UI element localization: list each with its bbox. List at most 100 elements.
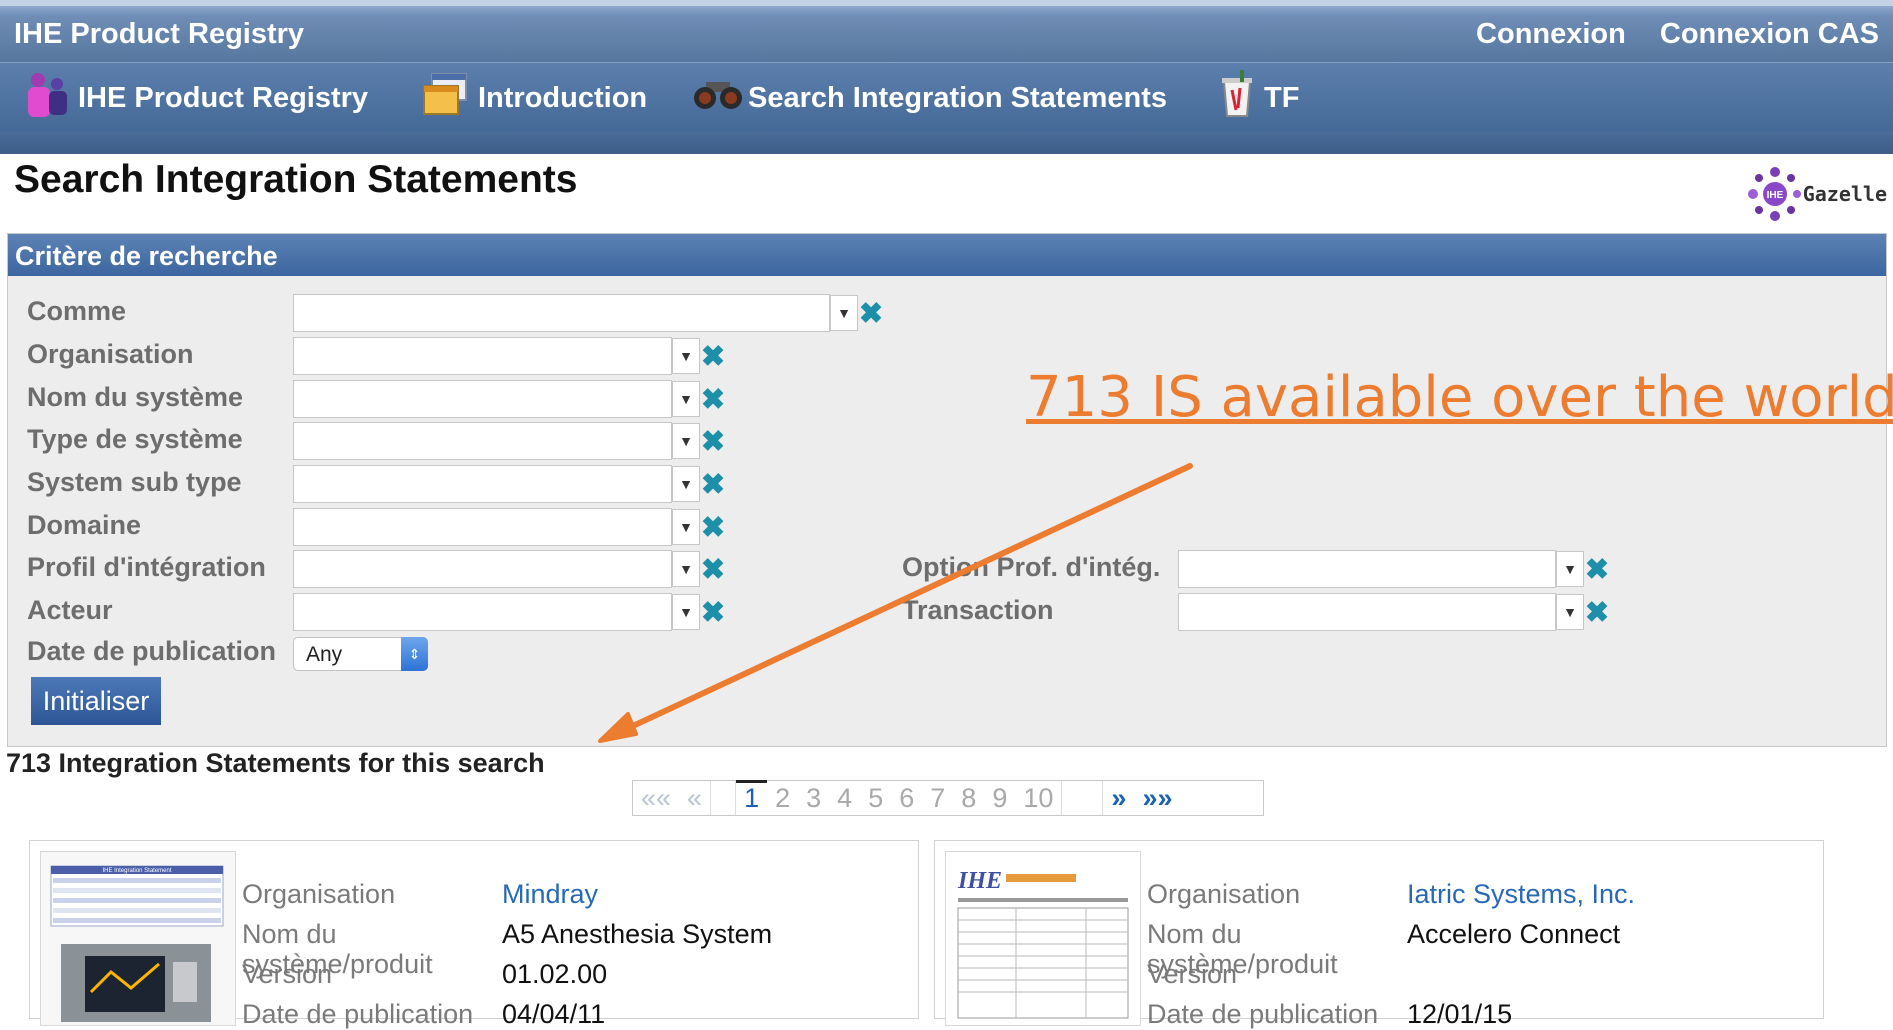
version-label: Version: [1147, 959, 1238, 989]
nom-systeme-label: Nom du système: [27, 382, 244, 412]
option-profil-label: Option Prof. d'intég.: [902, 552, 1161, 582]
organisation-input[interactable]: [293, 337, 672, 375]
nav-label-registry: IHE Product Registry: [78, 81, 369, 114]
comme-input[interactable]: [293, 294, 830, 332]
acteur-clear-icon[interactable]: ✖: [700, 594, 726, 630]
gazelle-logo-text: Gazelle: [1802, 182, 1887, 206]
integration-statement-thumbnail[interactable]: IHE: [945, 851, 1141, 1026]
acteur-input[interactable]: [293, 593, 672, 631]
system-name-value: Accelero Connect: [1407, 919, 1621, 949]
nav-label-search-is: Search Integration Statements: [748, 81, 1167, 114]
date-value: 04/04/11: [502, 999, 606, 1029]
option-profil-dropdown-toggle[interactable]: ▼: [1556, 551, 1584, 587]
nom-systeme-clear-icon[interactable]: ✖: [700, 381, 726, 417]
comme-dropdown-toggle[interactable]: ▼: [830, 295, 858, 331]
pagination: «« « 1 2 3 4 5 6 7 8 9 10 » »»: [632, 779, 1264, 816]
nom-systeme-dropdown-toggle[interactable]: ▼: [672, 381, 700, 417]
organisation-link[interactable]: Mindray: [502, 879, 598, 910]
transaction-input[interactable]: [1178, 593, 1556, 631]
windows-icon: [422, 72, 468, 124]
page-8[interactable]: 8: [953, 783, 984, 814]
pager-spacer: [1061, 781, 1104, 815]
acteur-dropdown-toggle[interactable]: ▼: [672, 594, 700, 630]
page-title: Search Integration Statements: [14, 158, 578, 201]
reset-button[interactable]: Initialiser: [31, 677, 161, 725]
page-7[interactable]: 7: [922, 783, 953, 814]
comme-clear-icon[interactable]: ✖: [858, 295, 884, 331]
page-next[interactable]: »: [1103, 783, 1134, 814]
domaine-clear-icon[interactable]: ✖: [700, 509, 726, 545]
results-count: 713 Integration Statements for this sear…: [6, 748, 545, 778]
gazelle-logo-icon: IHE: [1747, 167, 1801, 221]
date-label: Date de publication: [242, 999, 474, 1029]
sub-type-input[interactable]: [293, 465, 672, 503]
profil-clear-icon[interactable]: ✖: [700, 551, 726, 587]
result-card: IHE Integration Statement Organisation M…: [29, 840, 919, 1029]
page-3[interactable]: 3: [798, 783, 829, 814]
sub-type-label: System sub type: [27, 467, 242, 497]
domaine-input[interactable]: [293, 508, 672, 546]
result-card: IHE Organisation Iatric Systems, Inc. No…: [934, 840, 1824, 1029]
page-1[interactable]: 1: [736, 779, 768, 814]
option-profil-clear-icon[interactable]: ✖: [1584, 551, 1610, 587]
binoculars-icon: [692, 76, 744, 120]
nav-item-search-is[interactable]: Search Integration Statements: [692, 73, 1167, 123]
connexion-cas-link[interactable]: Connexion CAS: [1660, 18, 1879, 51]
page-2[interactable]: 2: [767, 783, 798, 814]
page-9[interactable]: 9: [984, 783, 1015, 814]
profil-input[interactable]: [293, 550, 672, 588]
sub-type-clear-icon[interactable]: ✖: [700, 466, 726, 502]
gazelle-logo: IHE Gazelle: [1747, 166, 1887, 222]
sub-type-dropdown-toggle[interactable]: ▼: [672, 466, 700, 502]
type-systeme-dropdown-toggle[interactable]: ▼: [672, 423, 700, 459]
nav-label-tf: TF: [1264, 81, 1300, 114]
svg-text:IHE: IHE: [1766, 190, 1783, 201]
comme-label: Comme: [27, 296, 127, 326]
date-publication-value: Any: [306, 643, 343, 666]
integration-statement-thumbnail[interactable]: IHE Integration Statement: [40, 851, 236, 1026]
type-systeme-label: Type de système: [27, 424, 243, 454]
date-pub-label: Date de publication: [27, 636, 277, 666]
page-10[interactable]: 10: [1015, 783, 1061, 814]
system-name-label-1: Nom du: [1147, 919, 1242, 949]
nav-bar: IHE Product Registry Introduction Search…: [0, 62, 1893, 133]
option-profil-input[interactable]: [1178, 550, 1556, 588]
nav-label-introduction: Introduction: [478, 81, 648, 114]
svg-text:IHE: IHE: [957, 868, 1002, 894]
trash-icon: [1220, 70, 1254, 126]
nom-systeme-input[interactable]: [293, 380, 672, 418]
nav-item-tf[interactable]: TF: [1220, 70, 1300, 126]
top-bar: IHE Product Registry Connexion Connexion…: [0, 0, 1893, 62]
organisation-field-label: Organisation: [242, 879, 396, 909]
users-icon: [24, 70, 68, 126]
page-5[interactable]: 5: [860, 783, 891, 814]
page-prev[interactable]: «: [679, 783, 710, 814]
organisation-dropdown-toggle[interactable]: ▼: [672, 338, 700, 374]
top-links: Connexion Connexion CAS: [1476, 18, 1879, 51]
domaine-dropdown-toggle[interactable]: ▼: [672, 509, 700, 545]
transaction-dropdown-toggle[interactable]: ▼: [1556, 594, 1584, 630]
svg-text:IHE Integration Statement: IHE Integration Statement: [102, 868, 171, 874]
annotation-text: 713 IS available over the world: [1026, 365, 1893, 430]
nav-item-introduction[interactable]: Introduction: [422, 73, 647, 123]
organisation-clear-icon[interactable]: ✖: [700, 338, 726, 374]
profil-label: Profil d'intégration: [27, 552, 266, 582]
system-name-value: A5 Anesthesia System: [502, 919, 773, 949]
date-publication-select[interactable]: Any ⇕: [293, 637, 428, 671]
nav-item-registry[interactable]: IHE Product Registry: [24, 73, 368, 123]
organisation-link[interactable]: Iatric Systems, Inc.: [1407, 879, 1635, 910]
page-last[interactable]: »»: [1134, 783, 1180, 814]
page-6[interactable]: 6: [891, 783, 922, 814]
system-name-label-1: Nom du: [242, 919, 337, 949]
page-first[interactable]: ««: [633, 783, 679, 814]
transaction-label: Transaction: [902, 595, 1054, 625]
type-systeme-clear-icon[interactable]: ✖: [700, 423, 726, 459]
transaction-clear-icon[interactable]: ✖: [1584, 594, 1610, 630]
page-4[interactable]: 4: [829, 783, 860, 814]
pager-spacer: [710, 781, 737, 815]
version-label: Version: [242, 959, 333, 989]
type-systeme-input[interactable]: [293, 422, 672, 460]
select-arrows-icon: ⇕: [401, 637, 428, 671]
connexion-link[interactable]: Connexion: [1476, 18, 1626, 51]
profil-dropdown-toggle[interactable]: ▼: [672, 551, 700, 587]
